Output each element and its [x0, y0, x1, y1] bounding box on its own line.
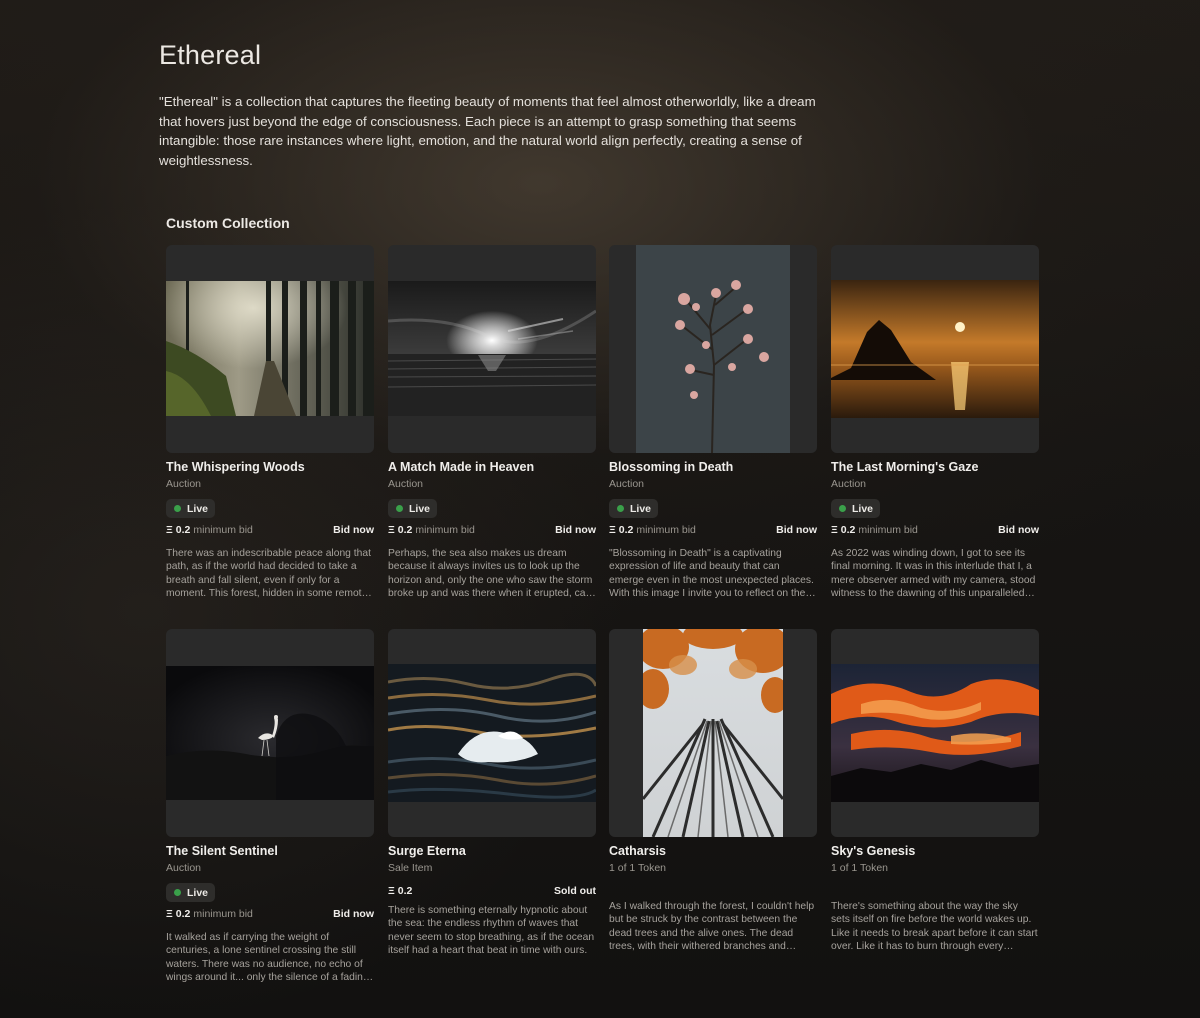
bid-now-button[interactable]: Bid now	[998, 524, 1039, 536]
live-label: Live	[187, 502, 209, 515]
artwork-card[interactable]: The Whispering Woods Auction Live Ξ 0.2 mi…	[166, 245, 374, 600]
eth-icon: Ξ	[609, 524, 616, 536]
live-dot-icon	[839, 505, 846, 512]
artwork-thumbnail[interactable]	[609, 629, 817, 837]
bid-now-button[interactable]: Bid now	[555, 524, 596, 536]
artwork-description: There's something about the way the sky …	[831, 901, 1038, 952]
price-value: 0.2	[397, 524, 413, 536]
price-value: 0.2	[397, 885, 413, 897]
artwork-description: There is something eternally hypnotic ab…	[388, 905, 595, 956]
live-badge: Live	[166, 883, 216, 902]
price-value: 0.2	[175, 908, 191, 920]
bid-now-button[interactable]: Bid now	[333, 524, 374, 536]
artwork-title[interactable]: Catharsis	[609, 844, 817, 858]
minimum-bid-label: minimum bid	[858, 524, 918, 536]
section-heading: Custom Collection	[166, 215, 290, 231]
artwork-type: Sale Item	[388, 862, 433, 874]
artwork-description: It walked as if carrying the weight of c…	[166, 932, 369, 983]
artwork-thumbnail[interactable]	[831, 629, 1039, 837]
artwork-image	[166, 281, 374, 416]
eth-icon: Ξ	[166, 524, 173, 536]
artwork-type: Auction	[166, 862, 202, 874]
artwork-thumbnail[interactable]	[609, 245, 817, 453]
artwork-thumbnail[interactable]	[388, 629, 596, 837]
artwork-description: Perhaps, the sea also makes us dream bec…	[388, 548, 593, 599]
artwork-image	[388, 281, 596, 416]
price-value: 0.2	[175, 524, 191, 536]
minimum-bid-label: minimum bid	[193, 524, 253, 536]
artwork-card[interactable]: The Silent Sentinel Auction Live Ξ 0.2 min…	[166, 629, 374, 984]
live-label: Live	[409, 502, 431, 515]
sold-out-label: Sold out	[554, 885, 596, 897]
eth-icon: Ξ	[388, 524, 395, 536]
artwork-image	[643, 629, 783, 837]
artwork-title[interactable]: Sky's Genesis	[831, 844, 1039, 858]
artwork-image	[831, 664, 1039, 802]
artwork-image	[636, 245, 790, 453]
eth-icon: Ξ	[831, 524, 838, 536]
artwork-type: Auction	[831, 478, 867, 490]
artwork-title[interactable]: The Silent Sentinel	[166, 844, 374, 858]
live-dot-icon	[174, 505, 181, 512]
price-row: Ξ 0.2 minimum bid Bid now	[388, 523, 596, 537]
artwork-type: 1 of 1 Token	[831, 862, 889, 874]
artwork-card[interactable]: A Match Made in Heaven Auction Live Ξ 0.2…	[388, 245, 596, 600]
artwork-title[interactable]: Surge Eterna	[388, 844, 596, 858]
artwork-card[interactable]: Blossoming in Death Auction Live Ξ 0.2 min…	[609, 245, 817, 600]
eth-icon: Ξ	[166, 908, 173, 920]
price-row: Ξ 0.2 Sold out	[388, 884, 596, 898]
price-row: Ξ 0.2 minimum bid Bid now	[831, 523, 1039, 537]
artwork-description: As I walked through the forest, I couldn…	[609, 901, 815, 952]
artwork-card[interactable]: Sky's Genesis 1 of 1 Token There's somet…	[831, 629, 1039, 953]
price-row: Ξ 0.2 minimum bid Bid now	[166, 907, 374, 921]
artwork-image	[166, 666, 374, 800]
live-label: Live	[630, 502, 652, 515]
artwork-type: 1 of 1 Token	[609, 862, 667, 874]
eth-icon: Ξ	[388, 885, 395, 897]
minimum-bid-label: minimum bid	[415, 524, 475, 536]
artwork-type: Auction	[609, 478, 645, 490]
collection-page: Ethereal "Ethereal" is a collection that…	[0, 0, 1200, 1018]
artwork-card[interactable]: Surge Eterna Sale Item Ξ 0.2 Sold out The…	[388, 629, 596, 957]
live-label: Live	[852, 502, 874, 515]
live-dot-icon	[617, 505, 624, 512]
artwork-thumbnail[interactable]	[831, 245, 1039, 453]
minimum-bid-label: minimum bid	[193, 908, 253, 920]
artwork-thumbnail[interactable]	[166, 629, 374, 837]
artwork-card[interactable]: The Last Morning's Gaze Auction Live Ξ 0.…	[831, 245, 1039, 600]
artwork-type: Auction	[388, 478, 424, 490]
collection-title: Ethereal	[159, 40, 262, 70]
price-value: 0.2	[618, 524, 634, 536]
artwork-thumbnail[interactable]	[166, 245, 374, 453]
minimum-bid-label: minimum bid	[636, 524, 696, 536]
artwork-title[interactable]: Blossoming in Death	[609, 460, 817, 474]
price-row: Ξ 0.2 minimum bid Bid now	[166, 523, 374, 537]
bid-now-button[interactable]: Bid now	[333, 908, 374, 920]
artwork-title[interactable]: The Last Morning's Gaze	[831, 460, 1039, 474]
artwork-title[interactable]: The Whispering Woods	[166, 460, 374, 474]
live-dot-icon	[396, 505, 403, 512]
artwork-description: "Blossoming in Death" is a captivating e…	[609, 548, 814, 599]
live-badge: Live	[609, 499, 659, 518]
artwork-description: As 2022 was winding down, I got to see i…	[831, 548, 1036, 599]
live-label: Live	[187, 886, 209, 899]
live-badge: Live	[166, 499, 216, 518]
artwork-description: There was an indescribable peace along t…	[166, 548, 371, 599]
artwork-card[interactable]: Catharsis 1 of 1 Token As I walked throu…	[609, 629, 817, 953]
live-badge: Live	[388, 499, 438, 518]
artwork-title[interactable]: A Match Made in Heaven	[388, 460, 596, 474]
artwork-type: Auction	[166, 478, 202, 490]
collection-description: "Ethereal" is a collection that captures…	[159, 94, 816, 168]
live-dot-icon	[174, 889, 181, 896]
artwork-image	[388, 664, 596, 802]
live-badge: Live	[831, 499, 881, 518]
artwork-thumbnail[interactable]	[388, 245, 596, 453]
price-row: Ξ 0.2 minimum bid Bid now	[609, 523, 817, 537]
price-value: 0.2	[840, 524, 856, 536]
bid-now-button[interactable]: Bid now	[776, 524, 817, 536]
artwork-image	[831, 280, 1039, 418]
